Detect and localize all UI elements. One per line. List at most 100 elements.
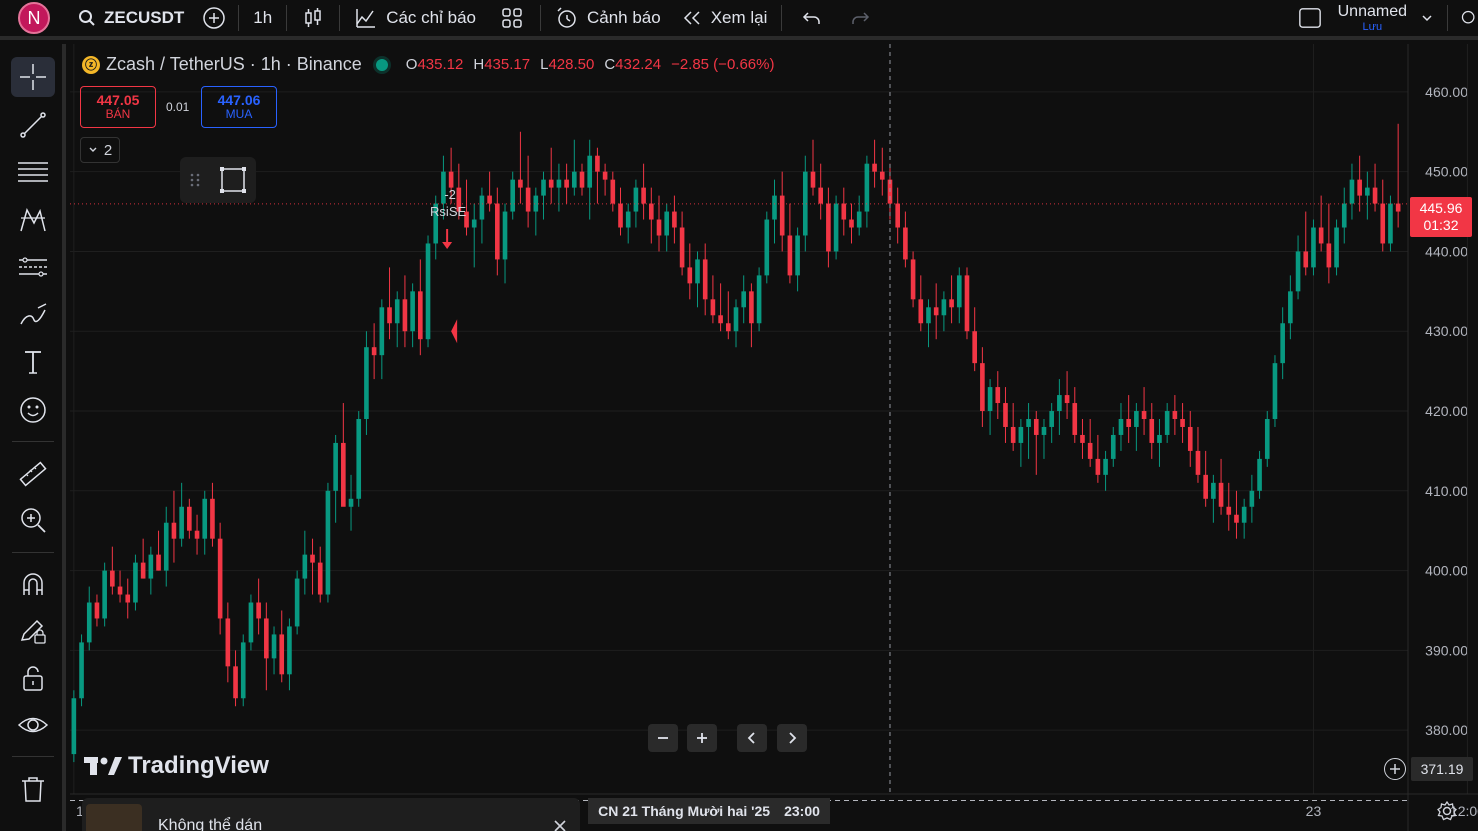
candle-body (1234, 514, 1239, 523)
buy-price: 447.06 (217, 91, 261, 108)
candle-body (1380, 203, 1386, 244)
spread-value: 0.01 (166, 100, 190, 114)
candle-body (1072, 403, 1078, 435)
candle-body (1003, 403, 1008, 427)
chart-type-button[interactable] (301, 6, 325, 30)
remove-drawings-button[interactable] (11, 769, 55, 809)
candle-body (633, 187, 639, 212)
candlestick-chart[interactable]: 460.00 450.00 440.00 430.00 420.00 410.00 400.… (70, 44, 1478, 831)
gear-icon[interactable] (1436, 800, 1458, 822)
plus-circle-icon (203, 7, 226, 29)
sell-price: 447.05 (96, 91, 140, 108)
market-open-indicator (375, 58, 388, 71)
buy-button[interactable]: 447.06 MUA (201, 86, 277, 128)
candle-body (595, 155, 600, 172)
candle-body (233, 666, 238, 699)
candle-body (733, 307, 739, 332)
candle-body (202, 498, 208, 539)
lock-drawings-button[interactable] (11, 658, 55, 698)
strategy-marker-value: -2 (444, 187, 456, 202)
crosshair-tool-button[interactable] (11, 57, 55, 97)
symbol-search-button[interactable]: ZECUSDT (68, 2, 194, 34)
candle-body (341, 442, 346, 507)
candle-body (772, 195, 777, 220)
text-tool-button[interactable] (11, 342, 55, 382)
pattern-tool-button[interactable] (11, 200, 55, 240)
quick-search-button[interactable] (1460, 6, 1478, 30)
templates-button[interactable] (500, 6, 524, 30)
candle-body (110, 570, 115, 587)
chart-pane[interactable]: 460.00 450.00 440.00 430.00 420.00 410.00 400.… (70, 44, 1478, 831)
candle-body (1010, 426, 1016, 443)
candle-body (656, 219, 662, 236)
candle-body (317, 562, 323, 595)
candle-body (1372, 187, 1378, 204)
candle-body (764, 219, 770, 276)
plus-icon (1390, 764, 1400, 774)
candle-body (926, 307, 931, 324)
tradingview-logo[interactable]: TradingView (84, 752, 269, 780)
candle-body (163, 522, 169, 571)
candle-body (841, 203, 847, 220)
candle-body (264, 618, 269, 659)
candle-body (648, 203, 654, 220)
candle-body (187, 506, 192, 531)
candle-body (425, 243, 431, 340)
add-alert-button[interactable] (1384, 758, 1406, 780)
candle-body (787, 235, 793, 276)
toast-close-button[interactable] (554, 816, 566, 831)
y-tick-label: 460.00 (1425, 84, 1468, 100)
sell-button[interactable]: 447.05 BÁN (80, 86, 156, 128)
indicators-collapse-button[interactable]: 2 (80, 137, 120, 163)
trendline-tool-button[interactable] (11, 105, 55, 145)
brush-tool-button[interactable] (11, 295, 55, 335)
minus-icon (658, 737, 668, 739)
fib-tool-button[interactable] (11, 152, 55, 192)
scroll-right-button[interactable] (777, 724, 807, 752)
hide-drawings-button[interactable] (11, 705, 55, 745)
emoji-tool-button[interactable] (11, 390, 55, 430)
candle-body (518, 179, 523, 188)
pattern-icon (20, 208, 46, 232)
undo-button[interactable] (800, 6, 824, 30)
drag-handle-icon[interactable] (186, 168, 204, 192)
toast-message: Không thể dán (158, 817, 263, 831)
magnet-tool-button[interactable] (11, 564, 55, 604)
alerts-button[interactable]: Cảnh báo (545, 2, 671, 34)
crosshair-icon (20, 64, 46, 90)
high-value: 435.17 (484, 56, 531, 73)
layout-toggle-button[interactable] (1298, 6, 1322, 30)
y-tick-label: 440.00 (1425, 243, 1468, 259)
candle-body (910, 259, 916, 300)
candle-body (1365, 187, 1370, 196)
candle-body (618, 203, 623, 228)
compare-symbol-button[interactable] (202, 6, 226, 30)
zoom-in-button[interactable] (687, 724, 717, 752)
layout-name-button[interactable]: Unnamed Lưu (1338, 3, 1407, 33)
y-tick-label: 380.00 (1425, 722, 1468, 738)
candle-body (1341, 203, 1347, 228)
redo-button[interactable] (848, 6, 872, 30)
zoom-out-button[interactable] (648, 724, 678, 752)
symbol-title[interactable]: Zcash / TetherUS · 1h · Binance (106, 54, 362, 75)
projection-tool-button[interactable] (11, 247, 55, 287)
interval-button[interactable]: 1h (243, 2, 282, 34)
scroll-left-button[interactable] (737, 724, 767, 752)
tradingview-mark-icon (84, 757, 122, 775)
layout-menu-button[interactable] (1415, 6, 1439, 30)
candle-body (1049, 411, 1054, 427)
zoom-tool-button[interactable] (11, 500, 55, 540)
stay-drawing-button[interactable] (11, 611, 55, 651)
candle-body (125, 594, 131, 603)
replay-button[interactable]: Xem lại (671, 2, 778, 34)
candle-body (325, 490, 331, 595)
indicators-button[interactable]: Các chỉ báo (344, 2, 486, 34)
eye-icon (17, 717, 49, 733)
candle-body (525, 187, 531, 212)
candle-body (879, 171, 885, 180)
candle-body (903, 227, 908, 260)
rectangle-select-icon[interactable] (218, 165, 248, 195)
user-avatar[interactable]: N (18, 2, 50, 34)
measure-tool-button[interactable] (11, 454, 55, 494)
candle-body (702, 259, 708, 300)
